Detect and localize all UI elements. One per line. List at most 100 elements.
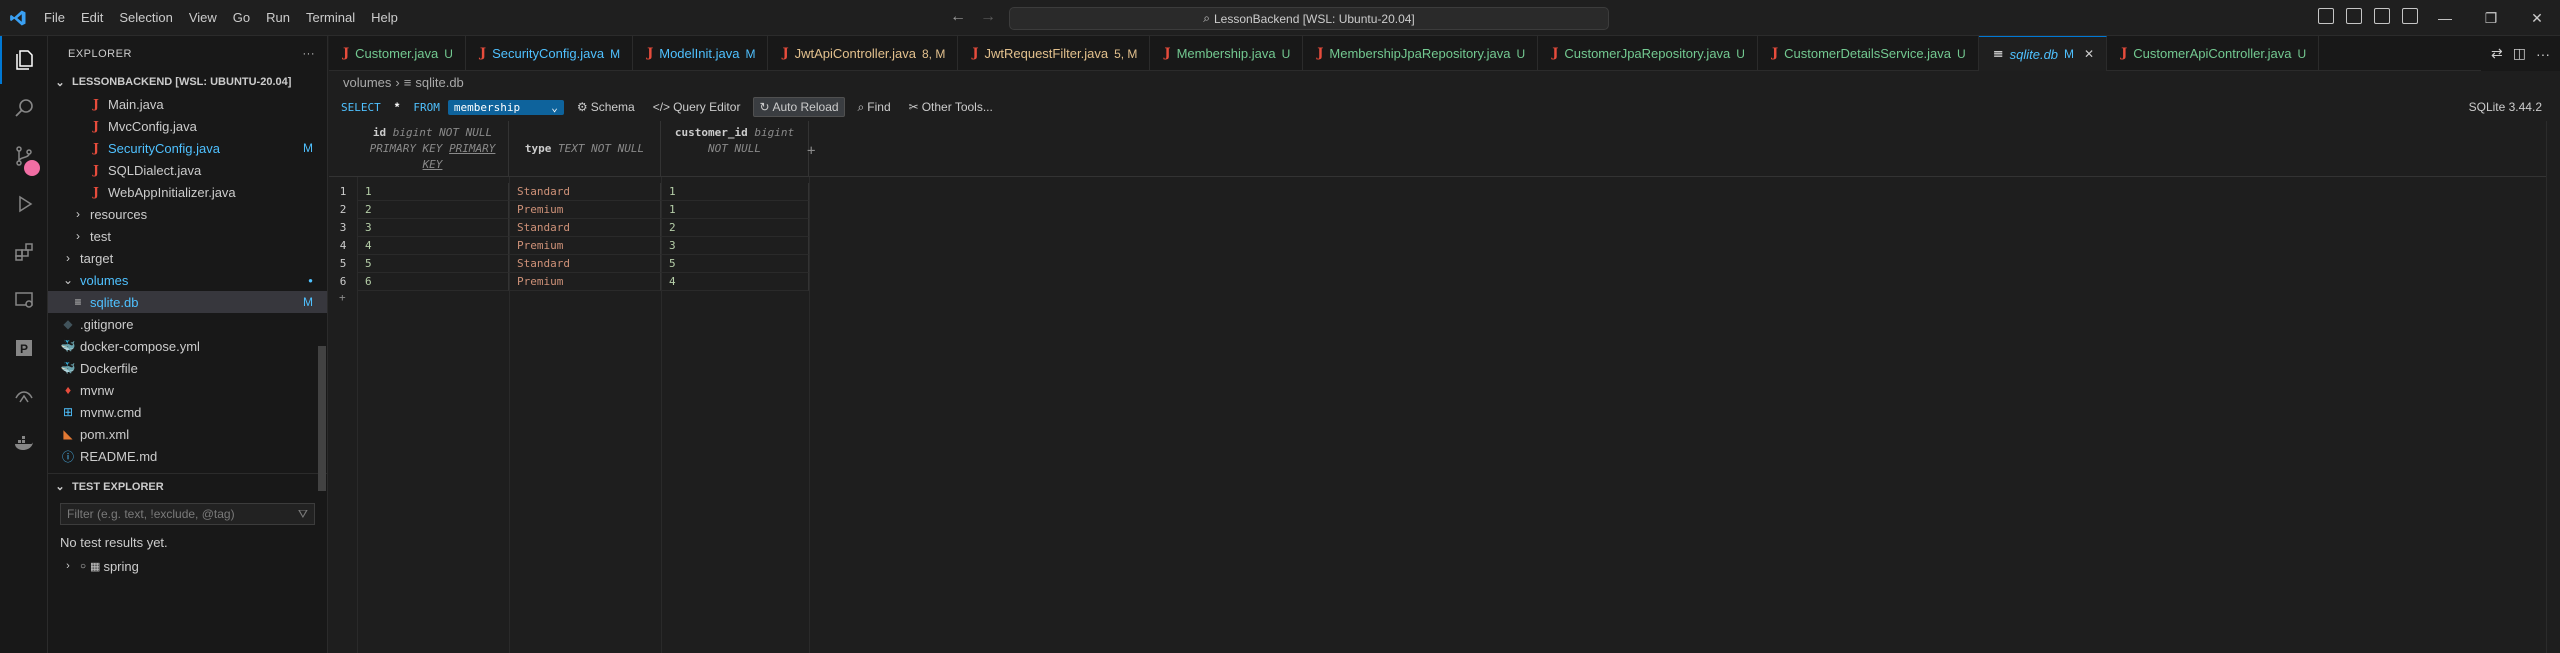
tree-item[interactable]: › resources xyxy=(48,203,327,225)
cell-customer-id[interactable]: 4 xyxy=(661,273,809,291)
remote-explorer-icon[interactable] xyxy=(0,276,48,324)
cell-type[interactable]: Premium xyxy=(509,273,661,291)
tree-item[interactable]: J WebAppInitializer.java xyxy=(48,181,327,203)
schema-button[interactable]: ⚙ Schema xyxy=(572,98,640,116)
table-row[interactable]: 2 2 Premium 1 xyxy=(329,201,809,219)
p-extension-icon[interactable]: P xyxy=(0,324,48,372)
table-row[interactable]: 3 3 Standard 2 xyxy=(329,219,809,237)
tree-item[interactable]: ⊞ mvnw.cmd xyxy=(48,401,327,423)
cell-type[interactable]: Standard xyxy=(509,219,661,237)
split-editor-icon[interactable]: ◫ xyxy=(2513,45,2526,62)
editor-tab[interactable]: J Membership.java U xyxy=(1150,36,1304,71)
explorer-icon[interactable] xyxy=(0,36,48,84)
find-button[interactable]: ⌕ Find xyxy=(853,98,896,117)
editor-tab[interactable]: ≡ sqlite.db M ✕ xyxy=(1978,36,2108,71)
cell-id[interactable]: 3 xyxy=(357,219,509,237)
breadcrumb-folder[interactable]: volumes xyxy=(343,75,391,90)
menu-edit[interactable]: Edit xyxy=(73,0,111,36)
cell-id[interactable]: 5 xyxy=(357,255,509,273)
filter-icon[interactable]: ⛛ xyxy=(298,507,308,522)
toggle-primary-sidebar-icon[interactable] xyxy=(2318,8,2334,24)
menu-file[interactable]: File xyxy=(36,0,73,36)
remote-connection-icon[interactable] xyxy=(0,372,48,420)
editor-tab[interactable]: J JwtRequestFilter.java 5, M xyxy=(958,36,1151,71)
tree-item[interactable]: J SQLDialect.java xyxy=(48,159,327,181)
forward-arrow-icon[interactable]: → xyxy=(980,8,996,26)
table-row[interactable]: 6 6 Premium 4 xyxy=(329,273,809,291)
column-header-id[interactable]: id bigint NOT NULL PRIMARY KEY PRIMARY K… xyxy=(357,121,509,177)
menu-run[interactable]: Run xyxy=(258,0,298,36)
command-center[interactable]: ⌕ LessonBackend [WSL: Ubuntu-20.04] xyxy=(1009,7,1609,30)
cell-id[interactable]: 1 xyxy=(357,183,509,201)
menu-terminal[interactable]: Terminal xyxy=(298,0,363,36)
editor-scrollbar[interactable] xyxy=(2546,121,2560,653)
menu-selection[interactable]: Selection xyxy=(111,0,180,36)
auto-reload-button[interactable]: ↻ Auto Reload xyxy=(753,97,845,117)
test-node-spring[interactable]: › ○ ▦ spring xyxy=(48,555,327,577)
cell-id[interactable]: 4 xyxy=(357,237,509,255)
close-tab-icon[interactable]: ✕ xyxy=(2084,47,2094,61)
tree-item[interactable]: ⓘ README.md xyxy=(48,445,327,467)
editor-tab[interactable]: J CustomerDetailsService.java U xyxy=(1758,36,1979,71)
editor-tab[interactable]: J MembershipJpaRepository.java U xyxy=(1303,36,1539,71)
extensions-icon[interactable] xyxy=(0,228,48,276)
tree-item[interactable]: ◆ .gitignore xyxy=(48,313,327,335)
menu-go[interactable]: Go xyxy=(225,0,258,36)
table-row[interactable]: 5 5 Standard 5 xyxy=(329,255,809,273)
cell-customer-id[interactable]: 1 xyxy=(661,201,809,219)
cell-id[interactable]: 6 xyxy=(357,273,509,291)
test-filter-input[interactable]: Filter (e.g. text, !exclude, @tag) ⛛ xyxy=(60,503,315,525)
other-tools-button[interactable]: ✂ Other Tools... xyxy=(904,98,998,116)
tree-item[interactable]: ◣ pom.xml xyxy=(48,423,327,445)
cell-customer-id[interactable]: 3 xyxy=(661,237,809,255)
workspace-root[interactable]: ⌄ LESSONBACKEND [WSL: UBUNTU-20.04] xyxy=(48,71,327,93)
editor-tab[interactable]: J SecurityConfig.java M xyxy=(466,36,634,71)
tree-item[interactable]: ⌄ volumes ● xyxy=(48,269,327,291)
table-row[interactable]: 1 1 Standard 1 xyxy=(329,183,809,201)
search-icon[interactable] xyxy=(0,84,48,132)
cell-customer-id[interactable]: 2 xyxy=(661,219,809,237)
editor-tab[interactable]: J CustomerApiController.java U xyxy=(2107,36,2320,71)
cell-type[interactable]: Premium xyxy=(509,237,661,255)
tree-item[interactable]: › test xyxy=(48,225,327,247)
cell-type[interactable]: Standard xyxy=(509,255,661,273)
tree-item[interactable]: J MvcConfig.java xyxy=(48,115,327,137)
source-control-icon[interactable] xyxy=(0,132,48,180)
menu-view[interactable]: View xyxy=(181,0,225,36)
minimize-icon[interactable]: — xyxy=(2422,0,2468,36)
editor-tab[interactable]: J Customer.java U xyxy=(329,36,466,71)
tree-item[interactable]: 🐳 Dockerfile xyxy=(48,357,327,379)
tree-item[interactable]: ≡ sqlite.db M xyxy=(48,291,327,313)
editor-tab[interactable]: J ModelInit.java M xyxy=(633,36,769,71)
back-arrow-icon[interactable]: ← xyxy=(950,8,966,26)
explorer-more-icon[interactable]: ··· xyxy=(303,48,316,60)
toggle-secondary-sidebar-icon[interactable] xyxy=(2374,8,2390,24)
cell-customer-id[interactable]: 5 xyxy=(661,255,809,273)
restore-icon[interactable]: ❐ xyxy=(2468,0,2514,36)
more-actions-icon[interactable]: ··· xyxy=(2536,46,2550,62)
tree-item[interactable]: J Main.java xyxy=(48,93,327,115)
table-select[interactable]: membership ⌄ xyxy=(447,99,564,115)
compare-changes-icon[interactable]: ⇄ xyxy=(2491,45,2503,62)
cell-id[interactable]: 2 xyxy=(357,201,509,219)
query-editor-button[interactable]: </> Query Editor xyxy=(648,98,746,116)
cell-customer-id[interactable]: 1 xyxy=(661,183,809,201)
toggle-panel-icon[interactable] xyxy=(2346,8,2362,24)
tree-item[interactable]: 🐳 docker-compose.yml xyxy=(48,335,327,357)
column-header-customer-id[interactable]: customer_id bigint NOT NULL xyxy=(661,121,809,177)
tree-item[interactable]: ♦ mvnw xyxy=(48,379,327,401)
menu-help[interactable]: Help xyxy=(363,0,406,36)
cell-type[interactable]: Premium xyxy=(509,201,661,219)
editor-tab[interactable]: J CustomerJpaRepository.java U xyxy=(1538,36,1758,71)
cell-type[interactable]: Standard xyxy=(509,183,661,201)
column-header-type[interactable]: type TEXT NOT NULL xyxy=(509,121,661,177)
test-explorer-header[interactable]: ⌄ TEST EXPLORER xyxy=(48,473,327,497)
customize-layout-icon[interactable] xyxy=(2402,8,2418,24)
editor-tab[interactable]: J JwtApiController.java 8, M xyxy=(768,36,959,71)
tree-item[interactable]: J SecurityConfig.java M xyxy=(48,137,327,159)
sidebar-scrollbar[interactable] xyxy=(318,346,326,491)
breadcrumb-file[interactable]: sqlite.db xyxy=(415,75,463,90)
table-row[interactable]: 4 4 Premium 3 xyxy=(329,237,809,255)
docker-icon[interactable] xyxy=(0,420,48,468)
run-debug-icon[interactable] xyxy=(0,180,48,228)
